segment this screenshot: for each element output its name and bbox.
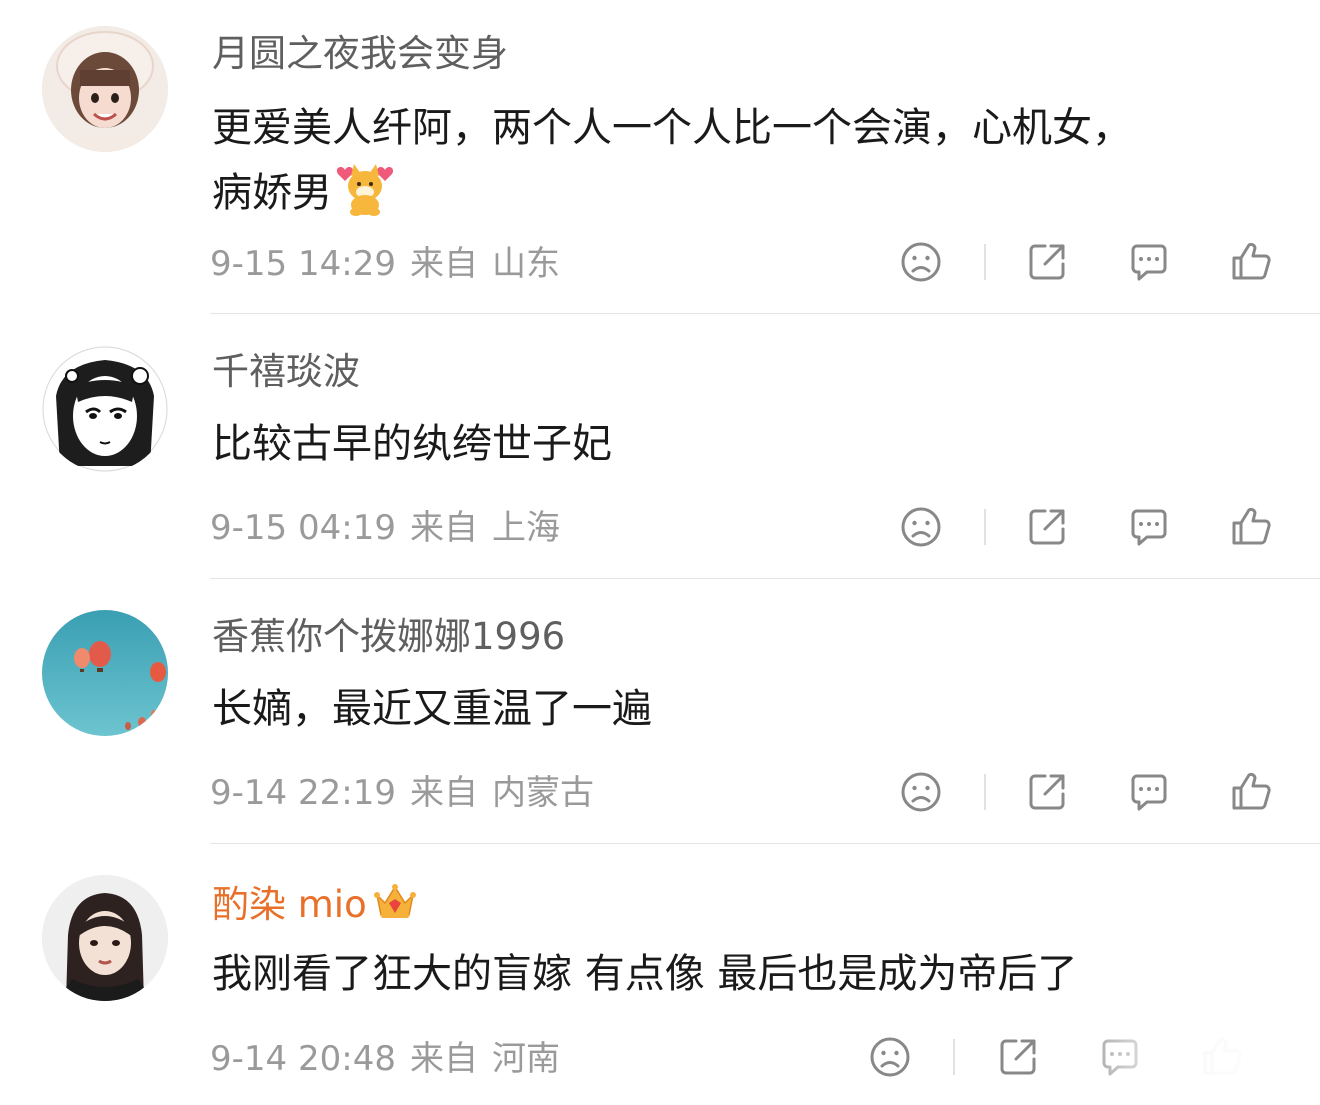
comment-bubble-icon: [1131, 509, 1167, 546]
action-separator: [984, 244, 986, 280]
share-button[interactable]: [1025, 240, 1069, 284]
bottom-fade-overlay: [1080, 1020, 1320, 1105]
comment-text: 长嫡，最近又重温了一遍: [212, 677, 1272, 741]
girl-pink-hood-avatar: [42, 26, 168, 152]
username[interactable]: 酌染 mio: [212, 879, 417, 929]
share-icon: [1029, 509, 1065, 545]
comment-actions: [0, 240, 1320, 290]
user-avatar[interactable]: [42, 26, 168, 152]
thumbs-up-icon: [1232, 772, 1271, 810]
comment-text-line: 病娇男: [212, 170, 332, 216]
share-icon: [1000, 1039, 1036, 1075]
like-button[interactable]: [1229, 505, 1273, 549]
like-button[interactable]: [1229, 770, 1273, 814]
username[interactable]: 千禧琰波: [212, 348, 360, 396]
share-button[interactable]: [1025, 505, 1069, 549]
comment-bubble-icon: [1131, 244, 1167, 281]
thumbs-up-icon: [1232, 242, 1271, 280]
comment-text: 我刚看了狂大的盲嫁 有点像 最后也是成为帝后了: [212, 942, 1272, 1006]
share-button[interactable]: [996, 1035, 1040, 1079]
sad-face-icon: [870, 1037, 910, 1077]
comment-divider: [210, 313, 1320, 314]
action-separator: [984, 774, 986, 810]
user-avatar[interactable]: [42, 610, 168, 736]
share-icon: [1029, 244, 1065, 280]
comment-text-line: 长嫡，最近又重温了一遍: [212, 686, 652, 732]
comment-text-line: 更爱美人纤阿，两个人一个人比一个会演，心机女，: [212, 105, 1132, 151]
comment-feed: 月圆之夜我会变身 更爱美人纤阿，两个人一个人比一个会演，心机女， 病娇男 9-1…: [0, 0, 1320, 1105]
like-button[interactable]: [1229, 240, 1273, 284]
dislike-button[interactable]: [899, 770, 943, 814]
sad-face-icon: [901, 772, 941, 812]
girl-dark-hair-avatar: [42, 875, 168, 1001]
comment-actions: [0, 505, 1320, 555]
action-separator: [984, 509, 986, 545]
share-button[interactable]: [1025, 770, 1069, 814]
hot-air-balloons-avatar: [42, 610, 168, 736]
reply-button[interactable]: [1127, 240, 1171, 284]
share-icon: [1029, 774, 1065, 810]
comment-actions: [0, 770, 1320, 820]
reply-button[interactable]: [1127, 770, 1171, 814]
dislike-button[interactable]: [868, 1035, 912, 1079]
dislike-button[interactable]: [899, 240, 943, 284]
comment-divider: [210, 843, 1320, 844]
user-avatar[interactable]: [42, 875, 168, 1001]
action-separator: [953, 1039, 955, 1075]
username[interactable]: 月圆之夜我会变身: [212, 30, 508, 78]
dislike-button[interactable]: [899, 505, 943, 549]
comment-bubble-icon: [1131, 774, 1167, 811]
comment-text: 比较古早的纨绔世子妃: [212, 412, 1272, 476]
dog-hearts-emoji-icon: [332, 160, 398, 216]
username[interactable]: 香蕉你个拨娜娜1996: [212, 613, 565, 661]
comment-text-line: 比较古早的纨绔世子妃: [212, 421, 612, 467]
comment-divider: [210, 578, 1320, 579]
vip-crown-icon: [373, 879, 417, 921]
manga-girl-avatar: [42, 346, 168, 472]
reply-button[interactable]: [1127, 505, 1171, 549]
comment-text: 更爱美人纤阿，两个人一个人比一个会演，心机女， 病娇男: [212, 96, 1272, 225]
sad-face-icon: [901, 507, 941, 547]
thumbs-up-icon: [1232, 507, 1271, 545]
user-avatar[interactable]: [42, 346, 168, 472]
sad-face-icon: [901, 242, 941, 282]
comment-text-line: 我刚看了狂大的盲嫁 有点像 最后也是成为帝后了: [212, 951, 1078, 997]
username-text: 酌染 mio: [212, 883, 367, 926]
